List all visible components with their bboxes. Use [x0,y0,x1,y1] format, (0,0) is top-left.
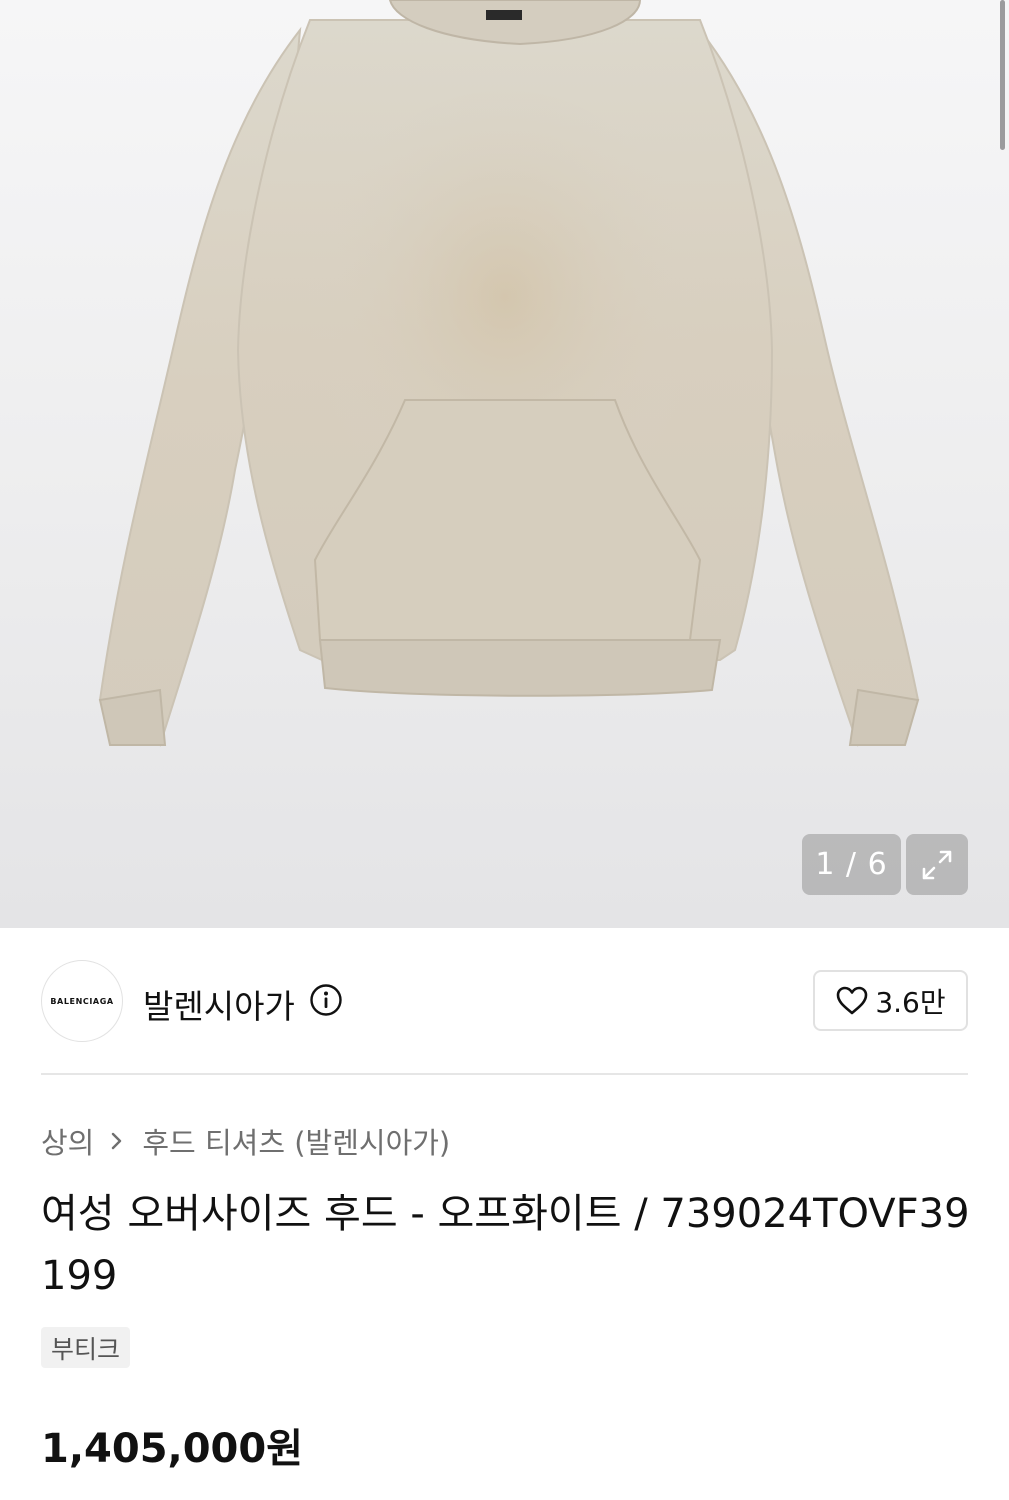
like-button[interactable]: 3.6만 [813,970,968,1031]
info-icon[interactable] [309,983,343,1017]
brand-logo[interactable]: BALENCIAGA [41,960,123,1042]
product-tag: 부티크 [41,1327,131,1368]
chevron-right-icon [110,1130,124,1152]
expand-button[interactable] [906,834,968,895]
product-image-gallery[interactable]: 1 / 6 [0,0,1009,928]
scrollbar[interactable] [1000,0,1005,150]
breadcrumb-category[interactable]: 상의 [41,1120,94,1162]
breadcrumb-subcategory[interactable]: 후드 티셔츠 (발렌시아가) [142,1120,450,1162]
image-page-counter: 1 / 6 [802,834,901,895]
like-count: 3.6만 [875,985,946,1019]
product-price: 1,405,000원 [41,1426,304,1472]
breadcrumb: 상의 후드 티셔츠 (발렌시아가) [41,1120,450,1162]
divider [41,1073,968,1075]
brand-row: BALENCIAGA 발렌시아가 3.6만 [0,928,1009,1075]
heart-icon [837,986,868,1014]
product-title: 여성 오버사이즈 후드 - 오프화이트 / 739024TOVF39199 [41,1191,970,1299]
brand-name[interactable]: 발렌시아가 [143,980,295,1028]
product-image-hoodie[interactable] [0,0,1009,928]
expand-icon [922,850,952,879]
